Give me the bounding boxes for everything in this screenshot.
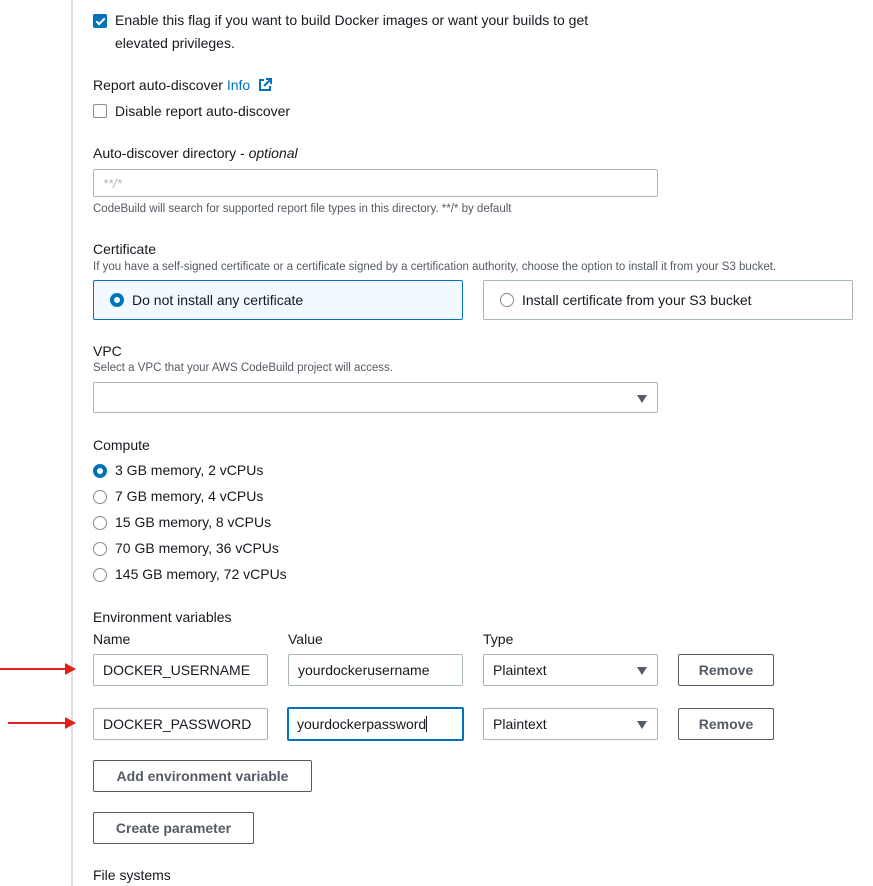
annotation-arrow-1 (0, 663, 76, 675)
privileged-checkbox[interactable] (93, 14, 107, 28)
env-value-input-1[interactable]: yourdockerpassword (287, 707, 464, 741)
env-header-type: Type (483, 631, 514, 647)
compute-radio-4[interactable] (93, 568, 107, 582)
env-type-value-0: Plaintext (493, 662, 547, 678)
environment-variables-title: Environment variables (93, 609, 232, 625)
env-remove-button-0[interactable]: Remove (678, 654, 774, 686)
caret-down-icon (637, 394, 647, 403)
auto-discover-directory-label-text: Auto-discover directory - (93, 145, 249, 161)
env-name-input-0[interactable]: DOCKER_USERNAME (93, 654, 268, 686)
auto-discover-directory-label: Auto-discover directory - optional (93, 145, 298, 161)
caret-down-icon (637, 721, 647, 729)
report-auto-discover-title: Report auto-discover Info (93, 77, 273, 93)
section-left-border (71, 0, 73, 886)
text-cursor (426, 716, 428, 732)
env-header-name: Name (93, 631, 131, 647)
optional-tag: optional (248, 145, 298, 161)
create-parameter-button[interactable]: Create parameter (93, 812, 254, 844)
file-systems-title: File systems (93, 867, 171, 883)
compute-option-label-3: 70 GB memory, 36 vCPUs (115, 540, 279, 556)
env-name-input-1[interactable]: DOCKER_PASSWORD (93, 708, 268, 740)
env-value-value-1: yourdockerpassword (297, 716, 427, 732)
disable-report-auto-discover-checkbox[interactable] (93, 104, 107, 118)
env-value-value-0: yourdockerusername (298, 662, 430, 678)
compute-option-label-0: 3 GB memory, 2 vCPUs (115, 462, 264, 478)
env-name-value-1: DOCKER_PASSWORD (103, 716, 252, 732)
compute-option-label-1: 7 GB memory, 4 vCPUs (115, 488, 264, 504)
add-environment-variable-button[interactable]: Add environment variable (93, 760, 312, 792)
vpc-description: Select a VPC that your AWS CodeBuild pro… (93, 362, 393, 374)
compute-option-label-2: 15 GB memory, 8 vCPUs (115, 514, 272, 530)
compute-radio-3[interactable] (93, 542, 107, 556)
certificate-title: Certificate (93, 241, 157, 257)
certificate-none-radio[interactable] (110, 293, 124, 307)
privileged-label-line2: elevated privileges. (115, 35, 235, 51)
env-type-select-0[interactable]: Plaintext (483, 654, 658, 686)
certificate-s3-radio[interactable] (500, 293, 514, 307)
certificate-none-label: Do not install any certificate (132, 292, 304, 308)
compute-radio-2[interactable] (93, 516, 107, 530)
compute-option-label-4: 145 GB memory, 72 vCPUs (115, 566, 287, 582)
compute-title: Compute (93, 437, 150, 453)
env-remove-button-1[interactable]: Remove (678, 708, 774, 740)
certificate-s3-label: Install certificate from your S3 bucket (522, 292, 752, 308)
certificate-description: If you have a self-signed certificate or… (93, 261, 777, 273)
caret-down-icon (637, 667, 647, 675)
compute-radio-0[interactable] (93, 464, 107, 478)
privileged-label-line1: Enable this flag if you want to build Do… (115, 12, 589, 28)
certificate-option-s3[interactable]: Install certificate from your S3 bucket (483, 280, 853, 320)
env-type-select-1[interactable]: Plaintext (483, 708, 658, 740)
info-link[interactable]: Info (227, 77, 250, 93)
annotation-arrow-2 (8, 717, 76, 729)
certificate-option-none[interactable]: Do not install any certificate (93, 280, 463, 320)
env-name-value-0: DOCKER_USERNAME (103, 662, 251, 678)
env-header-value: Value (288, 631, 323, 647)
auto-discover-directory-help: CodeBuild will search for supported repo… (93, 203, 512, 215)
env-type-value-1: Plaintext (493, 716, 547, 732)
disable-report-auto-discover-label: Disable report auto-discover (115, 103, 291, 119)
auto-discover-directory-placeholder: **/* (103, 175, 122, 191)
vpc-select[interactable] (93, 382, 658, 413)
compute-radio-1[interactable] (93, 490, 107, 504)
report-auto-discover-label: Report auto-discover (93, 77, 223, 93)
auto-discover-directory-input[interactable]: **/* (93, 169, 658, 197)
env-value-input-0[interactable]: yourdockerusername (288, 654, 463, 686)
external-link-icon[interactable] (258, 78, 273, 92)
vpc-title: VPC (93, 343, 122, 359)
